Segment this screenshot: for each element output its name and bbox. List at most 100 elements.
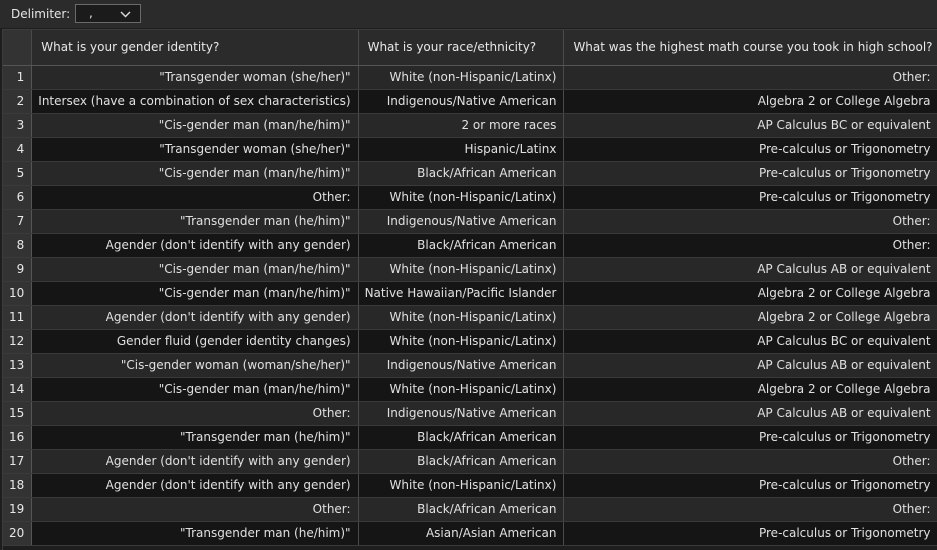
table-cell[interactable]: White (non-Hispanic/Latinx) bbox=[358, 473, 565, 498]
column-header[interactable]: What was the highest math course you too… bbox=[563, 30, 937, 66]
table-cell[interactable]: Agender (don't identify with any gender) bbox=[31, 233, 359, 258]
table-cell[interactable]: Other: bbox=[563, 497, 937, 522]
table-cell[interactable]: Black/African American bbox=[358, 233, 565, 258]
table-row[interactable]: 20 "Transgender man (he/him)" Asian/Asian … bbox=[3, 521, 937, 546]
table-row[interactable]: 14 "Cis-gender man (man/he/him)" White (no… bbox=[3, 377, 937, 402]
table-cell[interactable]: AP Calculus BC or equivalent bbox=[563, 329, 937, 354]
row-number[interactable]: 2 bbox=[3, 89, 33, 114]
table-cell[interactable]: White (non-Hispanic/Latinx) bbox=[358, 305, 565, 330]
table-cell[interactable]: White (non-Hispanic/Latinx) bbox=[358, 377, 565, 402]
column-header[interactable]: What is your race/ethnicity? bbox=[358, 30, 565, 66]
row-number[interactable]: 17 bbox=[3, 449, 33, 474]
row-number[interactable]: 7 bbox=[3, 209, 33, 234]
table-cell[interactable]: Other: bbox=[563, 209, 937, 234]
table-cell[interactable]: Agender (don't identify with any gender) bbox=[31, 473, 359, 498]
table-cell[interactable]: Pre-calculus or Trigonometry bbox=[563, 137, 937, 162]
table-cell[interactable]: White (non-Hispanic/Latinx) bbox=[358, 257, 565, 282]
row-number[interactable]: 18 bbox=[3, 473, 33, 498]
table-cell[interactable]: Pre-calculus or Trigonometry bbox=[563, 185, 937, 210]
table-cell[interactable]: AP Calculus AB or equivalent bbox=[563, 401, 937, 426]
row-number[interactable]: 14 bbox=[3, 377, 33, 402]
table-cell[interactable]: Algebra 2 or College Algebra bbox=[563, 281, 937, 306]
row-number[interactable]: 3 bbox=[3, 113, 33, 138]
table-cell[interactable]: Agender (don't identify with any gender) bbox=[31, 449, 359, 474]
table-cell[interactable]: Black/African American bbox=[358, 425, 565, 450]
table-cell[interactable]: 2 or more races bbox=[358, 113, 565, 138]
table-cell[interactable]: Pre-calculus or Trigonometry bbox=[563, 161, 937, 186]
table-cell[interactable]: Native Hawaiian/Pacific Islander bbox=[358, 281, 565, 306]
table-cell[interactable]: Hispanic/Latinx bbox=[358, 137, 565, 162]
table-cell[interactable]: Black/African American bbox=[358, 161, 565, 186]
table-cell[interactable]: White (non-Hispanic/Latinx) bbox=[358, 329, 565, 354]
row-number[interactable]: 4 bbox=[3, 137, 33, 162]
table-cell[interactable]: Agender (don't identify with any gender) bbox=[31, 305, 359, 330]
row-number[interactable]: 10 bbox=[3, 281, 33, 306]
table-cell[interactable]: "Cis-gender man (man/he/him)" bbox=[31, 161, 359, 186]
table-cell[interactable]: Black/African American bbox=[358, 497, 565, 522]
table-cell[interactable]: Other: bbox=[31, 497, 359, 522]
corner-cell[interactable] bbox=[3, 30, 33, 66]
table-row[interactable]: 7 "Transgender man (he/him)" Indigenous/Na… bbox=[3, 209, 937, 234]
table-cell[interactable]: "Cis-gender man (man/he/him)" bbox=[31, 281, 359, 306]
column-header[interactable]: What is your gender identity? bbox=[31, 30, 359, 66]
table-cell[interactable]: Black/African American bbox=[358, 449, 565, 474]
row-number[interactable]: 20 bbox=[3, 521, 33, 546]
table-cell[interactable]: Algebra 2 or College Algebra bbox=[563, 89, 937, 114]
table-cell[interactable]: Asian/Asian American bbox=[358, 521, 565, 546]
table-row[interactable]: 17 Agender (don't identify with any gende… bbox=[3, 449, 937, 474]
row-number[interactable]: 15 bbox=[3, 401, 33, 426]
table-cell[interactable]: Gender fluid (gender identity changes) bbox=[31, 329, 359, 354]
table-cell[interactable]: AP Calculus AB or equivalent bbox=[563, 353, 937, 378]
row-number[interactable]: 11 bbox=[3, 305, 33, 330]
table-cell[interactable]: "Cis-gender woman (woman/she/her)" bbox=[31, 353, 359, 378]
table-row[interactable]: 6 Other: White (non-Hispanic/Latinx) Pre-ca… bbox=[3, 185, 937, 210]
table-cell[interactable]: "Cis-gender man (man/he/him)" bbox=[31, 377, 359, 402]
row-number[interactable]: 16 bbox=[3, 425, 33, 450]
table-row[interactable]: 2 Intersex (have a combination of sex cha… bbox=[3, 89, 937, 114]
table-cell[interactable]: "Cis-gender man (man/he/him)" bbox=[31, 257, 359, 282]
table-cell[interactable]: Intersex (have a combination of sex char… bbox=[31, 89, 359, 114]
delimiter-select[interactable]: , bbox=[75, 4, 141, 23]
row-number[interactable]: 6 bbox=[3, 185, 33, 210]
row-number[interactable]: 12 bbox=[3, 329, 33, 354]
table-row[interactable]: 3 "Cis-gender man (man/he/him)" 2 or more … bbox=[3, 113, 937, 138]
table-row[interactable]: 15 Other: Indigenous/Native American AP Cal… bbox=[3, 401, 937, 426]
table-cell[interactable]: "Transgender woman (she/her)" bbox=[31, 137, 359, 162]
table-cell[interactable]: "Cis-gender man (man/he/him)" bbox=[31, 113, 359, 138]
row-number[interactable]: 9 bbox=[3, 257, 33, 282]
table-cell[interactable]: AP Calculus AB or equivalent bbox=[563, 257, 937, 282]
table-cell[interactable]: Indigenous/Native American bbox=[358, 89, 565, 114]
table-row[interactable]: 19Other:Black/African AmericanOther:Mode… bbox=[3, 497, 937, 522]
row-number[interactable]: 13 bbox=[3, 353, 33, 378]
table-row[interactable]: 18 Agender (don't identify with any gende… bbox=[3, 473, 937, 498]
table-row[interactable]: 16 "Transgender man (he/him)" Black/Africa… bbox=[3, 425, 937, 450]
table-cell[interactable]: AP Calculus BC or equivalent bbox=[563, 113, 937, 138]
table-cell[interactable]: Indigenous/Native American bbox=[358, 401, 565, 426]
table-cell[interactable]: Other: bbox=[563, 65, 937, 90]
table-cell[interactable]: "Transgender woman (she/her)" bbox=[31, 65, 359, 90]
table-cell[interactable]: "Transgender man (he/him)" bbox=[31, 521, 359, 546]
table-row[interactable]: 10 "Cis-gender man (man/he/him)" Native Ha… bbox=[3, 281, 937, 306]
table-row[interactable]: 12 Gender fluid (gender identity changes)… bbox=[3, 329, 937, 354]
table-row[interactable]: 8 Agender (don't identify with any gender… bbox=[3, 233, 937, 258]
table-cell[interactable]: Algebra 2 or College Algebra bbox=[563, 305, 937, 330]
table-row[interactable]: 13 "Cis-gender woman (woman/she/her)" Indi… bbox=[3, 353, 937, 378]
table-cell[interactable]: Other: bbox=[31, 401, 359, 426]
table-row[interactable]: 9 "Cis-gender man (man/he/him)" White (non… bbox=[3, 257, 937, 282]
row-number[interactable]: 1 bbox=[3, 65, 33, 90]
table-cell[interactable]: Other: bbox=[31, 185, 359, 210]
table-cell[interactable]: Algebra 2 or College Algebra bbox=[563, 377, 937, 402]
table-cell[interactable]: Pre-calculus or Trigonometry bbox=[563, 521, 937, 546]
table-cell[interactable]: Indigenous/Native American bbox=[358, 209, 565, 234]
row-number[interactable]: 8 bbox=[3, 233, 33, 258]
table-row[interactable]: 11 Agender (don't identify with any gende… bbox=[3, 305, 937, 330]
table-cell[interactable]: Indigenous/Native American bbox=[358, 353, 565, 378]
table-cell[interactable]: "Transgender man (he/him)" bbox=[31, 425, 359, 450]
table-cell[interactable]: Pre-calculus or Trigonometry bbox=[563, 473, 937, 498]
table-row[interactable]: 4 "Transgender woman (she/her)" Hispanic/L… bbox=[3, 137, 937, 162]
table-cell[interactable]: Other: bbox=[563, 449, 937, 474]
table-row[interactable]: 1 "Transgender woman (she/her)" White (non… bbox=[3, 65, 937, 90]
table-cell[interactable]: "Transgender man (he/him)" bbox=[31, 209, 359, 234]
row-number[interactable]: 5 bbox=[3, 161, 33, 186]
table-row[interactable]: 5 "Cis-gender man (man/he/him)" Black/Afri… bbox=[3, 161, 937, 186]
